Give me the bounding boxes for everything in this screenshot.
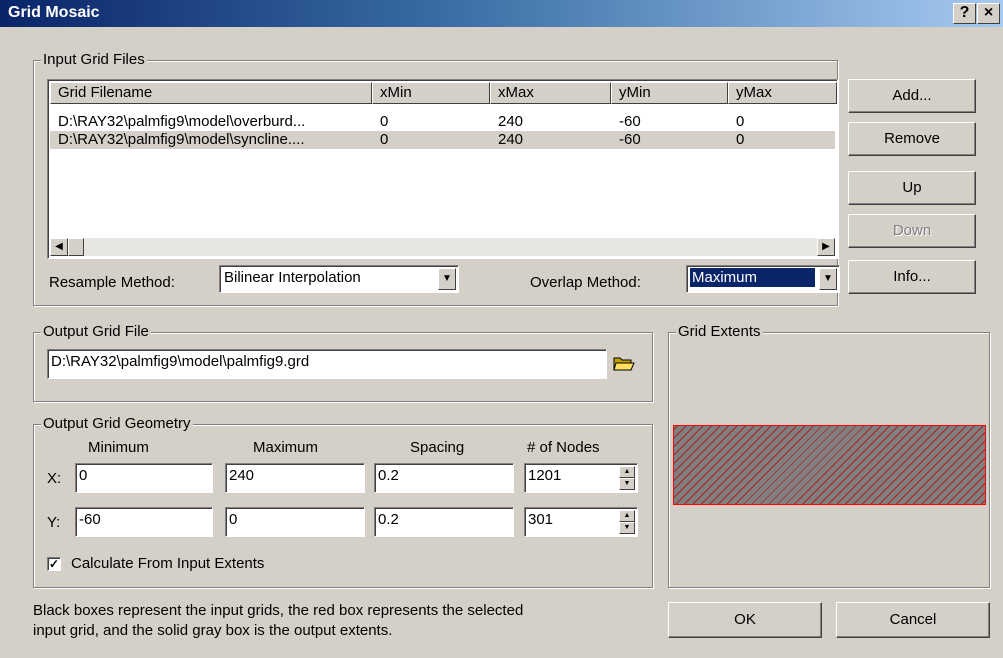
window-title: Grid Mosaic — [8, 4, 100, 21]
y-nodes-field[interactable]: 301 ▲ ▼ — [524, 507, 638, 537]
cell-filename: D:\RAY32\palmfig9\model\syncline.... — [58, 131, 305, 148]
calculate-from-input-extents-label[interactable]: Calculate From Input Extents — [71, 555, 264, 572]
cancel-button[interactable]: Cancel — [836, 602, 990, 638]
info-button[interactable]: Info... — [848, 260, 976, 294]
title-bar: Grid Mosaic ? × — [0, 0, 1003, 27]
up-button[interactable]: Up — [848, 171, 976, 205]
cell-xmin: 0 — [380, 113, 389, 130]
cell-ymax: 0 — [736, 131, 745, 148]
footer-text-line-2: input grid, and the solid gray box is th… — [33, 622, 393, 639]
grid-extents-label: Grid Extents — [676, 323, 763, 340]
y-minimum-field[interactable]: -60 — [75, 507, 213, 537]
y-spacing-field[interactable]: 0.2 — [374, 507, 514, 537]
cell-ymax: 0 — [736, 113, 745, 130]
remove-button[interactable]: Remove — [848, 122, 976, 156]
x-row-label: X: — [47, 470, 62, 487]
overlap-method-value: Maximum — [690, 268, 815, 287]
resample-method-value: Bilinear Interpolation — [224, 269, 361, 286]
column-header-filename[interactable]: Grid Filename — [50, 82, 372, 104]
add-button[interactable]: Add... — [848, 79, 976, 113]
header-nodes: # of Nodes — [527, 439, 600, 456]
help-button[interactable]: ? — [953, 3, 976, 24]
overlap-method-select[interactable]: Maximum ▼ — [686, 265, 840, 293]
x-nodes-spinner[interactable]: ▲ ▼ — [619, 466, 635, 490]
header-spacing: Spacing — [410, 439, 465, 456]
input-grid-files-label: Input Grid Files — [41, 51, 147, 68]
list-header: Grid Filename xMin xMax yMin yMax — [50, 82, 837, 104]
x-nodes-field[interactable]: 1201 ▲ ▼ — [524, 463, 638, 493]
y-nodes-value: 301 — [528, 511, 554, 528]
table-row[interactable]: D:\RAY32\palmfig9\model\syncline.... 0 2… — [50, 131, 835, 149]
x-nodes-value: 1201 — [528, 467, 562, 484]
x-maximum-value: 240 — [229, 467, 255, 484]
table-row[interactable]: D:\RAY32\palmfig9\model\overburd... 0 24… — [50, 113, 835, 131]
column-header-xmin[interactable]: xMin — [372, 82, 490, 104]
cell-filename: D:\RAY32\palmfig9\model\overburd... — [58, 113, 306, 130]
y-row-label: Y: — [47, 514, 61, 531]
x-spacing-field[interactable]: 0.2 — [374, 463, 514, 493]
y-nodes-spinner[interactable]: ▲ ▼ — [619, 510, 635, 534]
close-button[interactable]: × — [977, 3, 1000, 24]
overlap-method-label: Overlap Method: — [530, 274, 641, 291]
scroll-thumb[interactable] — [68, 238, 84, 256]
header-maximum: Maximum — [253, 439, 319, 456]
cell-ymin: -60 — [619, 113, 641, 130]
cell-ymin: -60 — [619, 131, 641, 148]
cell-xmax: 240 — [498, 113, 524, 130]
spin-down-icon[interactable]: ▼ — [619, 478, 635, 490]
scroll-left-icon[interactable]: ◀ — [50, 238, 68, 256]
column-header-xmax[interactable]: xMax — [490, 82, 611, 104]
spin-down-icon[interactable]: ▼ — [619, 522, 635, 534]
cell-xmax: 240 — [498, 131, 524, 148]
footer-text-line-1: Black boxes represent the input grids, t… — [33, 602, 524, 619]
resample-method-select[interactable]: Bilinear Interpolation ▼ — [219, 265, 459, 293]
y-maximum-field[interactable]: 0 — [225, 507, 365, 537]
calculate-from-input-extents-checkbox[interactable]: ✓ — [47, 557, 61, 571]
cell-xmin: 0 — [380, 131, 389, 148]
x-spacing-value: 0.2 — [378, 467, 399, 484]
output-file-field[interactable]: D:\RAY32\palmfig9\model\palmfig9.grd — [47, 349, 607, 379]
resample-method-label: Resample Method: — [49, 274, 175, 291]
output-file-value: D:\RAY32\palmfig9\model\palmfig9.grd — [51, 353, 310, 370]
header-minimum: Minimum — [88, 439, 149, 456]
horizontal-scrollbar[interactable]: ◀ ▶ — [50, 238, 835, 256]
input-grid-list[interactable]: Grid Filename xMin xMax yMin yMax D:\RAY… — [47, 79, 838, 259]
output-grid-geometry-label: Output Grid Geometry — [41, 415, 193, 432]
scroll-right-icon[interactable]: ▶ — [817, 238, 835, 256]
grid-extent-box — [673, 425, 986, 505]
x-minimum-value: 0 — [79, 467, 88, 484]
chevron-down-icon[interactable]: ▼ — [438, 268, 456, 290]
spin-up-icon[interactable]: ▲ — [619, 510, 635, 522]
ok-button[interactable]: OK — [668, 602, 822, 638]
column-header-ymin[interactable]: yMin — [611, 82, 728, 104]
y-maximum-value: 0 — [229, 511, 238, 528]
chevron-down-icon[interactable]: ▼ — [819, 268, 837, 290]
y-spacing-value: 0.2 — [378, 511, 399, 528]
output-grid-file-label: Output Grid File — [41, 323, 151, 340]
folder-open-icon[interactable] — [612, 352, 636, 374]
spin-up-icon[interactable]: ▲ — [619, 466, 635, 478]
column-header-ymax[interactable]: yMax — [728, 82, 837, 104]
x-minimum-field[interactable]: 0 — [75, 463, 213, 493]
x-maximum-field[interactable]: 240 — [225, 463, 365, 493]
y-minimum-value: -60 — [79, 511, 101, 528]
down-button[interactable]: Down — [848, 214, 976, 248]
